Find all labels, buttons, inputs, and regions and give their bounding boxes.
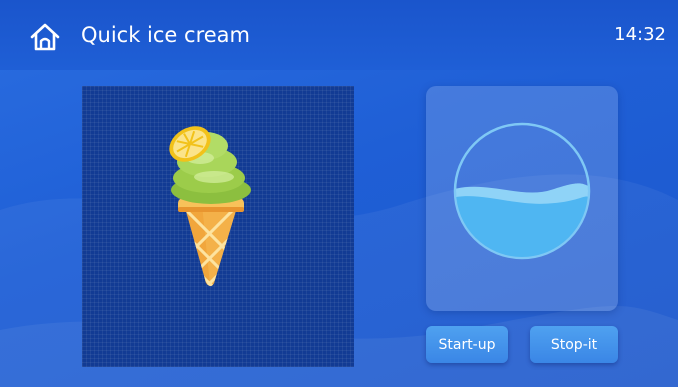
- product-display-panel: [82, 86, 354, 367]
- page-title: Quick ice cream: [81, 23, 250, 47]
- top-bar: Quick ice cream 14:32: [0, 0, 678, 70]
- level-card: [426, 86, 618, 311]
- stop-button[interactable]: Stop-it: [530, 326, 618, 363]
- screen: Quick ice cream 14:32 Start-up Stop-it: [0, 0, 678, 387]
- clock-time: 14:32: [614, 24, 666, 45]
- start-up-button[interactable]: Start-up: [426, 326, 508, 363]
- fill-level-gauge: [453, 122, 591, 260]
- home-icon[interactable]: [29, 22, 61, 52]
- ice-cream-cone-icon: [169, 126, 251, 286]
